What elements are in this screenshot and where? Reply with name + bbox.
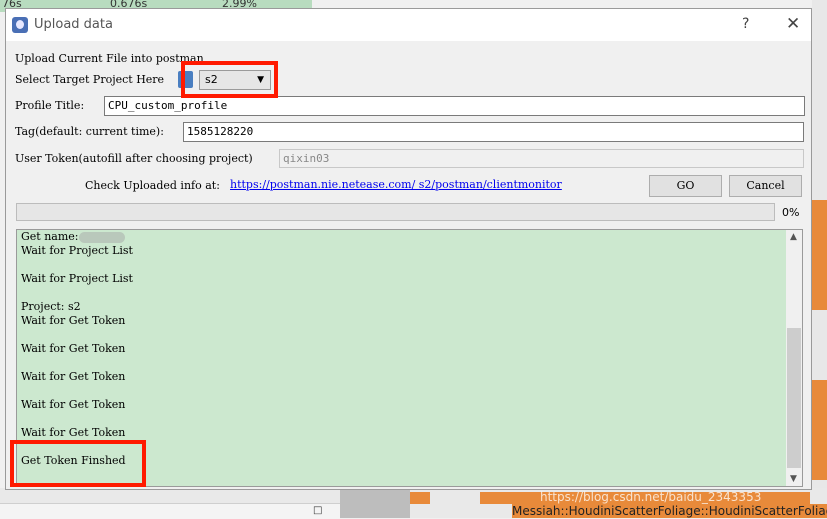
app-icon xyxy=(12,17,28,33)
scroll-up-icon[interactable]: ▲ xyxy=(790,232,797,242)
check-info-label: Check Uploaded info at: xyxy=(85,179,220,192)
go-button[interactable]: GO xyxy=(649,175,722,197)
log-line: Wait for Get Token xyxy=(21,314,126,327)
redacted-name xyxy=(78,231,125,243)
user-token-label: User Token(autofill after choosing proje… xyxy=(15,152,253,165)
profile-title-input[interactable]: CPU_custom_profile xyxy=(104,96,805,116)
tag-input[interactable]: 1585128220 xyxy=(183,122,804,142)
log-line: Wait for Project List xyxy=(21,244,133,257)
flamegraph-bar xyxy=(812,200,827,310)
upload-dialog: Upload data ? ✕ Upload Current File into… xyxy=(5,8,812,490)
log-line: Wait for Project List xyxy=(21,272,133,285)
progress-percent: 0% xyxy=(782,206,800,219)
highlight-box-finished xyxy=(10,440,146,487)
flamegraph-bar xyxy=(812,380,827,480)
target-project-label: Select Target Project Here xyxy=(15,73,165,86)
log-lines: Get name: Wait for Project List Wait for P… xyxy=(21,230,133,468)
log-scrollbar[interactable]: ▲ ▼ xyxy=(786,230,802,486)
user-token-input: qixin03 xyxy=(279,149,804,168)
cancel-button[interactable]: Cancel xyxy=(729,175,802,197)
flamegraph-bar xyxy=(410,492,430,504)
log-line: Wait for Get Token xyxy=(21,426,126,439)
tag-label: Tag(default: current time): xyxy=(15,125,164,138)
help-button[interactable]: ? xyxy=(742,16,749,32)
log-line: Wait for Get Token xyxy=(21,398,126,411)
log-line: Get name: xyxy=(21,230,133,244)
dialog-titlebar: Upload data ? ✕ xyxy=(6,9,811,41)
flamegraph-function-bar: Messiah::HoudiniScatterFoliage::HoudiniS… xyxy=(512,504,827,518)
log-line: Project: s2 xyxy=(21,300,81,313)
log-line: Wait for Get Token xyxy=(21,370,126,383)
scroll-down-icon[interactable]: ▼ xyxy=(790,474,797,484)
close-icon[interactable]: ✕ xyxy=(786,14,800,34)
log-line: Wait for Get Token xyxy=(21,342,126,355)
highlight-box-project xyxy=(181,61,278,98)
watermark: https://blog.csdn.net/baidu_2343353 xyxy=(540,490,762,504)
dialog-heading: Upload Current File into postman xyxy=(15,52,204,65)
scroll-thumb[interactable] xyxy=(787,328,801,468)
background-bottom-gray xyxy=(340,488,410,518)
restore-icon[interactable]: □ xyxy=(313,505,322,516)
dialog-title: Upload data xyxy=(34,17,113,32)
background-panel xyxy=(0,503,340,519)
upload-progress-bar xyxy=(16,203,775,221)
postman-link[interactable]: https://postman.nie.netease.com/ s2/post… xyxy=(230,178,562,191)
profile-title-label: Profile Title: xyxy=(15,99,85,112)
